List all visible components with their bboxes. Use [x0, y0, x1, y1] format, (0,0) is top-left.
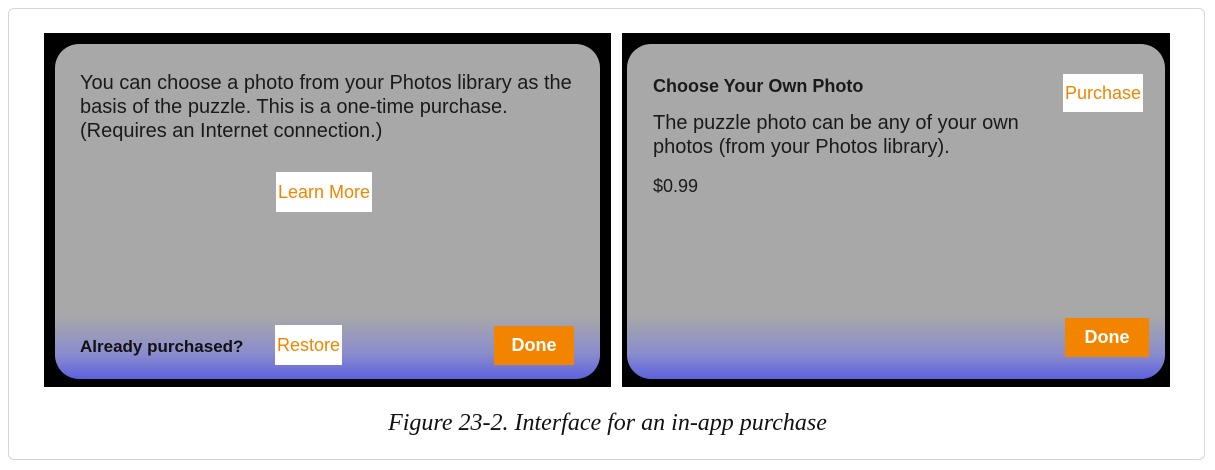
restore-button[interactable]: Restore	[275, 325, 343, 365]
left-screen: You can choose a photo from your Photos …	[44, 33, 611, 387]
product-panel: Choose Your Own Photo Purchase The puzzl…	[627, 44, 1165, 379]
product-description: The puzzle photo can be any of your own …	[653, 112, 1019, 158]
info-panel: You can choose a photo from your Photos …	[55, 44, 600, 379]
product-title: Choose Your Own Photo	[653, 76, 864, 96]
figure-caption: Figure 23-2. Interface for an in-app pur…	[388, 410, 827, 436]
right-screen: Choose Your Own Photo Purchase The puzzl…	[622, 33, 1170, 387]
purchase-button[interactable]: Purchase	[1063, 74, 1144, 112]
done-button[interactable]: Done	[1065, 318, 1149, 357]
learn-more-button[interactable]: Learn More	[276, 172, 373, 212]
done-button[interactable]: Done	[494, 326, 574, 365]
product-price: $0.99	[653, 176, 699, 196]
description-text: You can choose a photo from your Photos …	[80, 72, 572, 142]
already-purchased-label: Already purchased?	[80, 337, 244, 356]
